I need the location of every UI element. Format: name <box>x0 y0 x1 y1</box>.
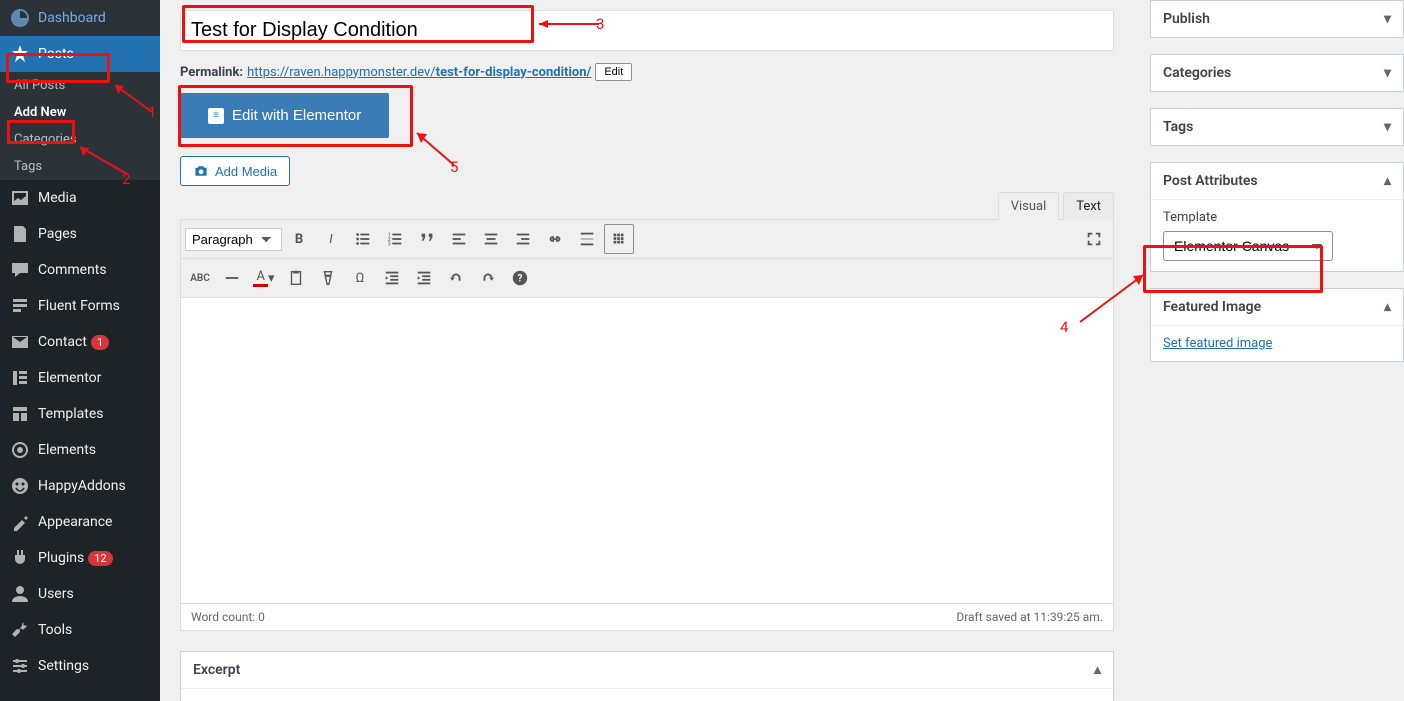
sidebar-subitem-categories[interactable]: Categories <box>0 126 160 153</box>
paste-button[interactable] <box>281 263 311 293</box>
template-label: Template <box>1163 210 1391 225</box>
templates-icon <box>10 404 30 424</box>
excerpt-metabox: Excerpt ▴ <box>180 651 1114 701</box>
publish-panel-header[interactable]: Publish▾ <box>1151 1 1403 37</box>
format-select[interactable]: Paragraph <box>185 228 282 251</box>
draft-saved-status: Draft saved at 11:39:25 am. <box>956 610 1103 624</box>
sidebar-item-pages[interactable]: Pages <box>0 216 160 252</box>
categories-panel-header[interactable]: Categories▾ <box>1151 55 1403 91</box>
badge: 1 <box>91 335 109 350</box>
word-count: Word count: 0 <box>191 610 265 624</box>
caret-up-icon: ▴ <box>1384 173 1391 189</box>
sidebar-item-settings[interactable]: Settings <box>0 648 160 684</box>
sidebar-item-contact[interactable]: Contact1 <box>0 324 160 360</box>
editor: Paragraph B I 123 ABC A ▾ Ω ? <box>180 219 1114 631</box>
main-content: Permalink: https://raven.happymonster.de… <box>160 0 1134 701</box>
set-featured-image-link[interactable]: Set featured image <box>1163 336 1272 351</box>
users-icon <box>10 584 30 604</box>
editor-toolbar-row-2: ABC A ▾ Ω ? <box>181 259 1113 298</box>
right-sidebar: Publish▾ Categories▾ Tags▾ Post Attribut… <box>1134 0 1404 701</box>
textcolor-button[interactable]: A ▾ <box>249 263 279 293</box>
hr-button[interactable] <box>217 263 247 293</box>
sidebar-item-templates[interactable]: Templates <box>0 396 160 432</box>
italic-button[interactable]: I <box>316 224 346 254</box>
undo-button[interactable] <box>441 263 471 293</box>
caret-up-icon: ▴ <box>1094 662 1101 678</box>
align-left-button[interactable] <box>444 224 474 254</box>
excerpt-header[interactable]: Excerpt ▴ <box>181 652 1113 689</box>
edit-with-elementor-button[interactable]: ≡ Edit with Elementor <box>180 93 389 138</box>
caret-down-icon: ▾ <box>1384 65 1391 81</box>
permalink-label: Permalink: <box>180 65 243 80</box>
mail-icon <box>10 332 30 352</box>
editor-body[interactable] <box>181 298 1113 603</box>
caret-up-icon: ▴ <box>1384 299 1391 315</box>
sidebar-item-appearance[interactable]: Appearance <box>0 504 160 540</box>
comments-icon <box>10 260 30 280</box>
caret-down-icon: ▾ <box>1384 11 1391 27</box>
align-right-button[interactable] <box>508 224 538 254</box>
sidebar-item-dashboard[interactable]: Dashboard <box>0 0 160 36</box>
forms-icon <box>10 296 30 316</box>
align-center-button[interactable] <box>476 224 506 254</box>
sidebar-item-fluent-forms[interactable]: Fluent Forms <box>0 288 160 324</box>
caret-down-icon: ▾ <box>1384 119 1391 135</box>
sidebar-subitem-all-posts[interactable]: All Posts <box>0 72 160 99</box>
tab-visual[interactable]: Visual <box>998 192 1060 220</box>
sidebar-item-posts[interactable]: Posts <box>0 36 160 72</box>
svg-text:3: 3 <box>388 241 391 247</box>
toolbar-toggle-button[interactable] <box>604 224 634 254</box>
pages-icon <box>10 224 30 244</box>
redo-button[interactable] <box>473 263 503 293</box>
sidebar-item-comments[interactable]: Comments <box>0 252 160 288</box>
svg-text:?: ? <box>518 274 523 285</box>
sidebar-item-users[interactable]: Users <box>0 576 160 612</box>
bold-button[interactable]: B <box>284 224 314 254</box>
sidebar-item-happyaddons[interactable]: HappyAddons <box>0 468 160 504</box>
clear-button[interactable] <box>313 263 343 293</box>
link-button[interactable] <box>540 224 570 254</box>
strike-button[interactable]: ABC <box>185 263 215 293</box>
sidebar-item-elementor[interactable]: Elementor <box>0 360 160 396</box>
sidebar-item-elements[interactable]: Elements <box>0 432 160 468</box>
outdent-button[interactable] <box>377 263 407 293</box>
elementor-icon <box>10 368 30 388</box>
camera-icon <box>193 163 209 179</box>
quote-button[interactable] <box>412 224 442 254</box>
appearance-icon <box>10 512 30 532</box>
dashboard-icon <box>10 8 30 28</box>
template-select[interactable]: Elementor Canvas <box>1163 231 1333 261</box>
post-title-input[interactable] <box>180 10 1114 51</box>
sidebar-item-plugins[interactable]: Plugins12 <box>0 540 160 576</box>
readmore-button[interactable] <box>572 224 602 254</box>
plugins-icon <box>10 548 30 568</box>
tags-panel-header[interactable]: Tags▾ <box>1151 109 1403 145</box>
settings-icon <box>10 656 30 676</box>
permalink-link[interactable]: https://raven.happymonster.dev/test-for-… <box>247 65 591 80</box>
sidebar-subitem-add-new[interactable]: Add New <box>0 99 160 126</box>
special-char-button[interactable]: Ω <box>345 263 375 293</box>
tab-text[interactable]: Text <box>1063 192 1114 220</box>
admin-sidebar: DashboardPostsAll PostsAdd NewCategories… <box>0 0 160 701</box>
happy-icon <box>10 476 30 496</box>
ul-button[interactable] <box>348 224 378 254</box>
ol-button[interactable]: 123 <box>380 224 410 254</box>
sidebar-subitem-tags[interactable]: Tags <box>0 153 160 180</box>
add-media-button[interactable]: Add Media <box>180 156 290 186</box>
post-attributes-panel-header[interactable]: Post Attributes▴ <box>1151 163 1403 199</box>
featured-image-panel-header[interactable]: Featured Image▴ <box>1151 289 1403 325</box>
pin-icon <box>10 44 30 64</box>
elementor-icon: ≡ <box>208 108 224 124</box>
elements-icon <box>10 440 30 460</box>
indent-button[interactable] <box>409 263 439 293</box>
help-button[interactable]: ? <box>505 263 535 293</box>
editor-toolbar-row-1: Paragraph B I 123 <box>181 220 1113 259</box>
sidebar-item-tools[interactable]: Tools <box>0 612 160 648</box>
edit-permalink-button[interactable]: Edit <box>595 63 632 81</box>
sidebar-item-media[interactable]: Media <box>0 180 160 216</box>
badge: 12 <box>88 551 112 566</box>
fullscreen-button[interactable] <box>1079 224 1109 254</box>
tools-icon <box>10 620 30 640</box>
media-icon <box>10 188 30 208</box>
